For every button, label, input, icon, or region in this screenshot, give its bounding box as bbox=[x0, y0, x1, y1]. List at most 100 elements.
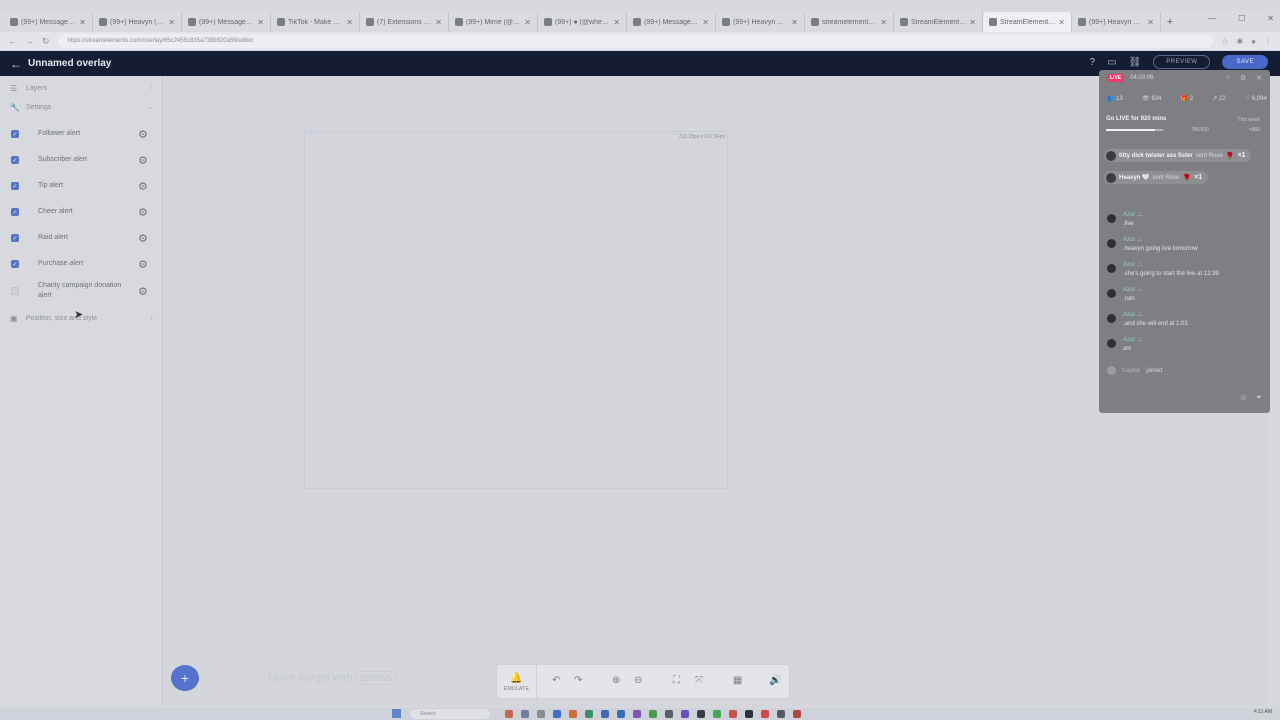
app-icon[interactable] bbox=[665, 710, 673, 718]
app-icon[interactable] bbox=[793, 710, 801, 718]
app-icon[interactable] bbox=[713, 710, 721, 718]
gear-icon[interactable]: ⚙ bbox=[138, 206, 148, 219]
url-field[interactable]: https://streamelements.com/overlay/65c24… bbox=[57, 34, 1214, 48]
browser-tab[interactable]: TikTok - Make Your D✕ bbox=[271, 12, 360, 32]
filter-icon[interactable]: ⏷ bbox=[1256, 393, 1262, 403]
close-icon[interactable]: ✕ bbox=[791, 18, 798, 27]
close-icon[interactable]: ✕ bbox=[1256, 74, 1262, 82]
help-icon[interactable]: ? bbox=[1090, 57, 1096, 68]
browser-tab[interactable]: streamelements - Sea✕ bbox=[805, 12, 894, 32]
gear-icon[interactable]: ⚙ bbox=[138, 128, 148, 141]
checkbox-checked[interactable]: ✓ bbox=[11, 208, 19, 216]
browser-tab[interactable]: (99+) Heavyn (@heav✕ bbox=[93, 12, 182, 32]
app-icon[interactable] bbox=[745, 710, 753, 718]
browser-tab[interactable]: (99+) Heavyn 🤍 (@✕ bbox=[716, 12, 805, 32]
close-icon[interactable]: ✕ bbox=[346, 18, 353, 27]
minimize-icon[interactable]: — bbox=[1208, 14, 1216, 23]
browser-tab[interactable]: (99+) Messages | TikT✕ bbox=[627, 12, 716, 32]
close-icon[interactable]: ✕ bbox=[1058, 18, 1065, 27]
maximize-icon[interactable]: ☐ bbox=[1238, 14, 1245, 23]
alert-row-raid[interactable]: ✓ Raid alert ⚙ bbox=[0, 230, 163, 246]
app-icon[interactable] bbox=[585, 710, 593, 718]
sidebar-item-layers[interactable]: ☰ Layers › bbox=[0, 82, 163, 94]
app-icon[interactable] bbox=[649, 710, 657, 718]
checkbox-checked[interactable]: ✓ bbox=[11, 156, 19, 164]
gear-icon[interactable]: ⚙ bbox=[138, 180, 148, 193]
windows-start-icon[interactable] bbox=[392, 709, 401, 718]
checkbox-unchecked[interactable] bbox=[11, 287, 19, 295]
browser-tab[interactable]: (7) Extensions - Twitch✕ bbox=[360, 12, 449, 32]
app-icon[interactable] bbox=[681, 710, 689, 718]
zoom-out-icon[interactable]: ⊖ bbox=[634, 675, 642, 686]
profile-icon[interactable]: ● bbox=[1251, 37, 1256, 46]
menu-icon[interactable]: ⋮ bbox=[1264, 37, 1272, 46]
zoom-in-icon[interactable]: ⊕ bbox=[612, 675, 620, 686]
alert-row-cheer[interactable]: ✓ Cheer alert ⚙ bbox=[0, 204, 163, 220]
app-icon[interactable] bbox=[777, 710, 785, 718]
app-icon[interactable] bbox=[521, 710, 529, 718]
settings-icon[interactable]: ⚙ bbox=[1240, 74, 1246, 82]
checkbox-checked[interactable]: ✓ bbox=[11, 130, 19, 138]
app-icon[interactable] bbox=[729, 710, 737, 718]
volume-icon[interactable]: 🔊 bbox=[769, 675, 781, 686]
link-icon[interactable]: ⛓ bbox=[1129, 57, 1142, 68]
gear-icon[interactable]: ⚙ bbox=[138, 285, 148, 298]
gear-icon[interactable]: ⚙ bbox=[138, 232, 148, 245]
close-icon[interactable]: ✕ bbox=[79, 18, 86, 27]
reload-icon[interactable]: ↻ bbox=[42, 36, 50, 47]
app-icon[interactable] bbox=[601, 710, 609, 718]
pin-icon[interactable]: ⌂ bbox=[1226, 74, 1230, 82]
add-widget-button[interactable]: + bbox=[171, 665, 199, 691]
close-window-icon[interactable]: ✕ bbox=[1267, 14, 1274, 23]
close-icon[interactable]: ✕ bbox=[1147, 18, 1154, 27]
app-icon[interactable] bbox=[505, 710, 513, 718]
alert-row-purchase[interactable]: ✓ Purchase alert ⚙ bbox=[0, 256, 163, 272]
alert-row-tip[interactable]: ✓ Tip alert ⚙ bbox=[0, 178, 163, 194]
taskbar-search[interactable]: Search bbox=[410, 709, 490, 719]
back-arrow-icon[interactable]: ← bbox=[10, 57, 24, 71]
close-icon[interactable]: ✕ bbox=[435, 18, 442, 27]
preview-button[interactable]: PREVIEW bbox=[1153, 55, 1211, 69]
emoji-icon[interactable]: ☺ bbox=[1239, 393, 1247, 403]
browser-tab[interactable]: (99+) Mime (@you mo✕ bbox=[449, 12, 538, 32]
browser-tab[interactable]: (99+) Heavyn 🤍 (@✕ bbox=[1072, 12, 1161, 32]
app-icon[interactable] bbox=[553, 710, 561, 718]
sidebar-item-settings[interactable]: 🔧 Settings ⌄ bbox=[0, 101, 163, 113]
close-icon[interactable]: ✕ bbox=[880, 18, 887, 27]
browser-tab[interactable]: StreamElements - Ove✕ bbox=[894, 12, 983, 32]
forward-nav-icon[interactable]: → bbox=[25, 36, 34, 46]
app-icon[interactable] bbox=[761, 710, 769, 718]
app-icon[interactable] bbox=[633, 710, 641, 718]
emulate-button[interactable]: 🔔 EMULATE bbox=[497, 665, 537, 700]
checkbox-checked[interactable]: ✓ bbox=[11, 260, 19, 268]
app-icon[interactable] bbox=[569, 710, 577, 718]
checkbox-checked[interactable]: ✓ bbox=[11, 182, 19, 190]
close-icon[interactable]: ✕ bbox=[168, 18, 175, 27]
fullscreen-icon[interactable]: ⤧ bbox=[695, 675, 703, 686]
browser-tab[interactable]: (99+) ● (@whereisb✕ bbox=[538, 12, 627, 32]
checkbox-checked[interactable]: ✓ bbox=[11, 234, 19, 242]
close-icon[interactable]: ✕ bbox=[257, 18, 264, 27]
undo-icon[interactable]: ↶ bbox=[552, 675, 560, 686]
alert-row-follower[interactable]: ✓ Follower alert ⚙ bbox=[0, 126, 163, 142]
grid-icon[interactable]: ▦ bbox=[733, 675, 742, 686]
gear-icon[interactable]: ⚙ bbox=[138, 154, 148, 167]
back-nav-icon[interactable]: ← bbox=[8, 36, 17, 46]
monitor-icon[interactable]: ▭ bbox=[1107, 57, 1116, 68]
alert-row-subscriber[interactable]: ✓ Subscriber alert ⚙ bbox=[0, 152, 163, 168]
alert-row-charity[interactable]: Charity campaign donation alert ⚙ bbox=[0, 280, 163, 302]
new-tab-button[interactable]: + bbox=[1161, 12, 1179, 32]
gear-icon[interactable]: ⚙ bbox=[138, 258, 148, 271]
extensions-icon[interactable]: ✱ bbox=[1236, 37, 1243, 46]
fit-screen-icon[interactable]: ⛶ bbox=[673, 675, 680, 686]
save-button[interactable]: SAVE bbox=[1222, 55, 1268, 69]
overlay-frame[interactable]: 713.20px x 517.84px bbox=[304, 131, 728, 489]
close-icon[interactable]: ✕ bbox=[702, 18, 709, 27]
app-icon[interactable] bbox=[697, 710, 705, 718]
app-icon[interactable] bbox=[537, 710, 545, 718]
close-icon[interactable]: ✕ bbox=[613, 18, 620, 27]
overlay-title[interactable]: Unnamed overlay bbox=[28, 58, 111, 69]
browser-tab[interactable]: (99+) Messages | TikTok✕ bbox=[4, 12, 93, 32]
browser-tab[interactable]: (99+) Messages | TikT✕ bbox=[182, 12, 271, 32]
browser-tab-active[interactable]: StreamElements - ma✕ bbox=[983, 12, 1072, 32]
